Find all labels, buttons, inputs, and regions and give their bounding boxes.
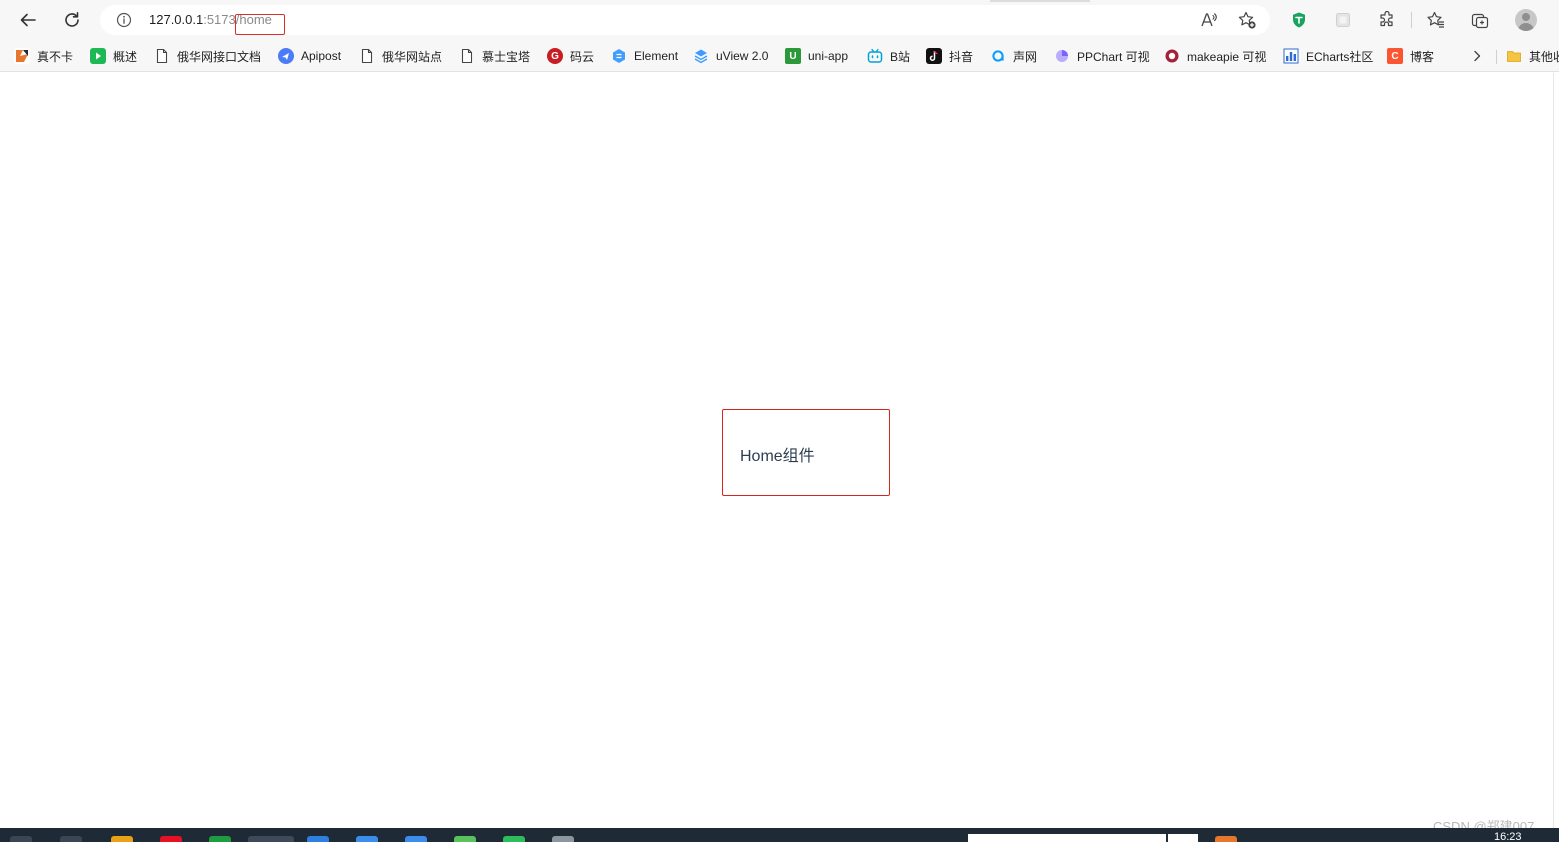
bilibili-icon: [867, 48, 883, 64]
bookmark-element[interactable]: Element: [611, 45, 678, 67]
bookmark-apipost[interactable]: Apipost: [278, 45, 341, 67]
bookmark-label: 慕士宝塔: [482, 49, 531, 64]
chevron-right-icon[interactable]: [1470, 49, 1484, 68]
bookmark-label: 抖音: [949, 49, 974, 64]
uview-icon: [693, 48, 709, 64]
info-icon[interactable]: [116, 12, 132, 33]
bookmark-gitee[interactable]: G 码云: [547, 45, 594, 67]
address-bar[interactable]: 127.0.0.1:5173/home: [100, 5, 1270, 35]
app-wechat-icon[interactable]: [454, 836, 476, 842]
ppchart-icon: [1054, 48, 1070, 64]
favorites-icon[interactable]: [1425, 9, 1447, 31]
toolbar-separator: [1411, 12, 1412, 28]
bookmark-label: uView 2.0: [716, 49, 769, 63]
refresh-button[interactable]: [58, 6, 86, 34]
agora-icon: [990, 48, 1006, 64]
browser-toolbar: 127.0.0.1:5173/home: [0, 0, 1559, 40]
collections-icon[interactable]: [1469, 9, 1491, 31]
home-component-box: Home组件: [722, 409, 890, 496]
bookmark-label: ECharts社区: [1306, 49, 1374, 64]
bookmark-label: 俄华网站点: [382, 49, 443, 64]
bookmark-label: Apipost: [301, 49, 342, 63]
douyin-icon: [926, 48, 942, 64]
app-red-icon[interactable]: [160, 836, 182, 842]
bookmarks-separator: [1496, 50, 1497, 64]
back-icon: [18, 10, 38, 30]
bookmark-blog[interactable]: C 博客: [1387, 45, 1434, 67]
bookmark-label: 概述: [113, 49, 138, 64]
bookmark-agora[interactable]: 声网: [990, 45, 1037, 67]
read-aloud-icon[interactable]: [1200, 11, 1218, 34]
makeapie-icon: [1164, 48, 1180, 64]
page-icon: [154, 48, 170, 64]
bookmark-label: 俄华网接口文档: [177, 49, 262, 64]
tray-app-icon[interactable]: [1215, 836, 1237, 842]
start-icon[interactable]: [10, 836, 32, 842]
bookmark-gaishu[interactable]: 概述: [90, 45, 137, 67]
bookmark-label: 码云: [570, 49, 595, 64]
refresh-icon: [62, 10, 82, 30]
add-favorite-icon[interactable]: [1237, 10, 1257, 35]
app-blue-icon[interactable]: [356, 836, 378, 842]
csdn-icon: C: [1387, 48, 1403, 64]
page-icon: [359, 48, 375, 64]
url-path-highlight: [235, 14, 285, 35]
bookmark-makeapie[interactable]: makeapie 可视: [1164, 45, 1266, 67]
url-host: 127.0.0.1: [149, 12, 204, 27]
app-chat-icon[interactable]: [405, 836, 427, 842]
bookmark-ppchart[interactable]: PPChart 可视: [1054, 45, 1150, 67]
search-icon[interactable]: [60, 836, 82, 842]
bookmark-label: PPChart 可视: [1077, 49, 1150, 64]
uniapp-icon: U: [785, 48, 801, 64]
bookmark-mushi-baota[interactable]: 慕士宝塔: [459, 45, 530, 67]
bookmark-uview[interactable]: uView 2.0: [693, 45, 768, 67]
bookmark-bilibili[interactable]: B站: [867, 45, 910, 67]
bookmark-label: uni-app: [808, 49, 849, 63]
play-icon: [90, 48, 106, 64]
browser-taskbar-icon[interactable]: [248, 836, 294, 842]
os-taskbar: 16:23: [0, 828, 1559, 842]
home-component-label: Home组件: [740, 448, 815, 465]
gitee-icon: G: [547, 48, 563, 64]
bookmark-ehua-api-docs[interactable]: 俄华网接口文档: [154, 45, 261, 67]
bookmark-label: B站: [890, 49, 911, 64]
file-explorer-icon[interactable]: [111, 836, 133, 842]
app-gray-icon[interactable]: [552, 836, 574, 842]
s-logo-icon: [14, 48, 30, 64]
bookmark-echarts[interactable]: ECharts社区: [1283, 45, 1373, 67]
bookmark-uniapp[interactable]: U uni-app: [785, 45, 848, 67]
bookmark-label: 博客: [1410, 49, 1435, 64]
app-round-icon[interactable]: [503, 836, 525, 842]
bookmarks-bar: 真不卡 概述 俄华网接口文档 Apipost 俄华网站点 慕士宝塔 G 码云 E…: [0, 40, 1559, 72]
back-button[interactable]: [14, 6, 42, 34]
puzzle-icon[interactable]: [1376, 9, 1398, 31]
taskbar-search-box[interactable]: [968, 834, 1198, 842]
loading-indicator: [990, 0, 1090, 2]
element-icon: [611, 48, 627, 64]
url-port: :5173: [203, 12, 236, 27]
shield-extension-icon[interactable]: [1288, 9, 1310, 31]
taskbar-clock: 16:23: [1494, 831, 1522, 842]
bookmark-label: 真不卡: [37, 49, 74, 64]
profile-avatar[interactable]: [1515, 9, 1537, 31]
echarts-icon: [1283, 48, 1299, 64]
page-icon: [459, 48, 475, 64]
bookmark-label: 声网: [1013, 49, 1038, 64]
app-green-icon[interactable]: [209, 836, 231, 842]
folder-icon: [1506, 48, 1522, 64]
apipost-icon: [278, 48, 294, 64]
extension-icon[interactable]: [1332, 9, 1354, 31]
bookmark-zhenbuka[interactable]: 真不卡: [14, 45, 73, 67]
bookmark-other-folder[interactable]: 其他收: [1506, 45, 1559, 67]
bookmark-label: 其他收: [1529, 49, 1559, 64]
bookmark-label: makeapie 可视: [1187, 49, 1267, 64]
bookmark-douyin[interactable]: 抖音: [926, 45, 973, 67]
bookmark-label: Element: [634, 49, 679, 63]
vertical-scrollbar[interactable]: [1553, 73, 1559, 828]
vscode-icon[interactable]: [307, 836, 329, 842]
bookmark-ehua-site[interactable]: 俄华网站点: [359, 45, 442, 67]
